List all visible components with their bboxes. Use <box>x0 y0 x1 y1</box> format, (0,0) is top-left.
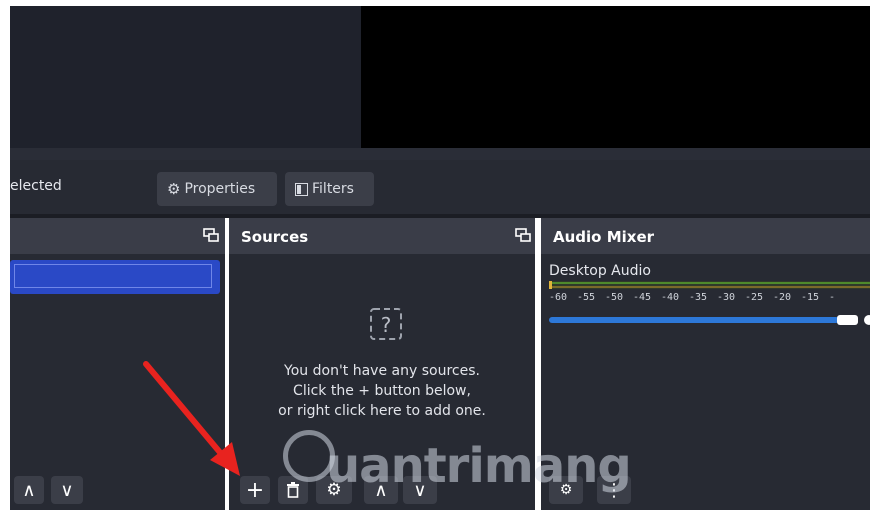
empty-sources-line-2: Click the + button below, <box>293 383 471 399</box>
undock-icon[interactable] <box>203 228 219 242</box>
context-toolbar <box>10 160 870 214</box>
meter-tick: -35 <box>689 292 708 303</box>
volume-slider-handle[interactable] <box>837 315 858 325</box>
undock-icon[interactable] <box>515 228 531 242</box>
meter-tick: -55 <box>577 292 596 303</box>
meter-tick: - <box>829 292 836 303</box>
empty-sources-line-1: You don't have any sources. <box>284 363 480 379</box>
no-source-selected-label: elected <box>10 178 62 194</box>
question-mark-icon: ? <box>370 308 402 340</box>
sources-dock-header: Sources <box>229 218 535 254</box>
filters-icon <box>295 182 308 196</box>
program-preview-canvas[interactable] <box>361 6 870 148</box>
meter-tick: -25 <box>745 292 764 303</box>
scenes-dock-header <box>10 218 225 254</box>
chevron-down-icon: ∨ <box>60 479 74 501</box>
properties-button[interactable]: ⚙ Properties <box>157 172 277 206</box>
sources-dock-title: Sources <box>241 228 309 246</box>
watermark-text: uantrimang <box>326 438 632 494</box>
mute-toggle[interactable] <box>864 315 870 325</box>
scene-move-up-button[interactable]: ∧ <box>14 476 44 504</box>
empty-sources-line-3: or right click here to add one. <box>278 403 486 419</box>
preview-left-pane <box>10 6 361 148</box>
meter-tick: -40 <box>661 292 680 303</box>
red-arrow-annotation <box>143 361 240 476</box>
volume-meter <box>549 281 870 289</box>
gear-icon: ⚙ <box>167 180 181 198</box>
svg-text:?: ? <box>381 313 392 337</box>
audio-mixer-dock-title: Audio Mixer <box>553 228 655 246</box>
filters-button[interactable]: Filters <box>285 172 374 206</box>
preview-divider <box>10 148 870 160</box>
volume-slider-track[interactable] <box>549 317 839 323</box>
chevron-up-icon: ∧ <box>22 479 36 501</box>
audio-mixer-dock-header: Audio Mixer <box>541 218 870 254</box>
filters-button-label: Filters <box>312 181 354 197</box>
meter-tick: -15 <box>801 292 820 303</box>
properties-button-label: Properties <box>184 181 256 197</box>
plus-icon: + <box>245 477 265 503</box>
scene-rename-field[interactable] <box>14 264 212 288</box>
meter-tick-labels: -60 -55 -50 -45 -40 -35 -30 -25 -20 -15- <box>549 292 837 303</box>
meter-tick: -60 <box>549 292 568 303</box>
scene-list-item-selected[interactable] <box>10 260 220 294</box>
meter-tick: -20 <box>773 292 792 303</box>
trash-icon <box>287 482 299 498</box>
meter-tick: -30 <box>717 292 736 303</box>
desktop-audio-label: Desktop Audio <box>549 263 651 279</box>
meter-tick: -50 <box>605 292 624 303</box>
scene-move-down-button[interactable]: ∨ <box>51 476 83 504</box>
meter-tick: -45 <box>633 292 652 303</box>
add-source-button[interactable]: + <box>240 476 270 504</box>
